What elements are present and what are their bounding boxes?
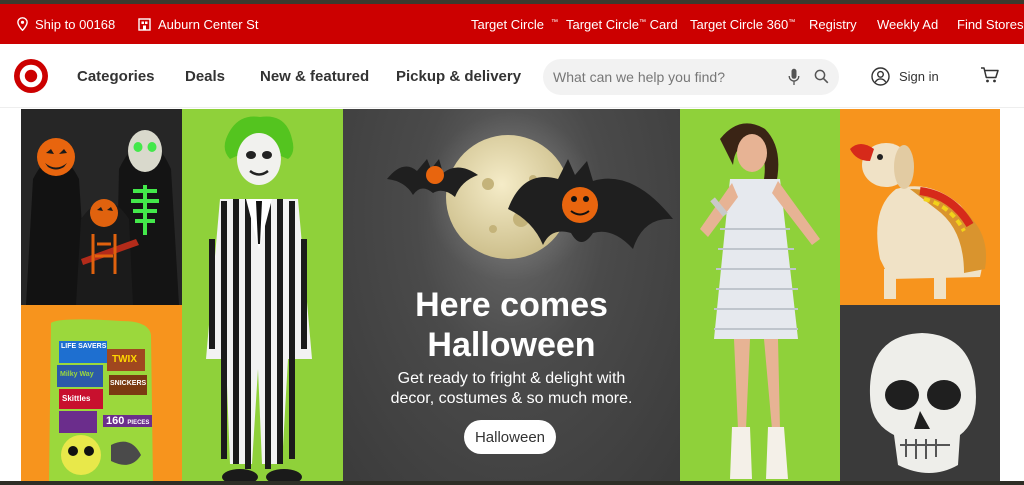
target-circle-360-link[interactable]: Target Circle 360 ™ — [690, 4, 795, 44]
account-icon — [871, 66, 890, 86]
tm-mark: ™ — [638, 18, 646, 26]
tm-mark: ™ — [550, 18, 558, 26]
skull-decor-image[interactable] — [840, 305, 1000, 485]
halloween-button[interactable]: Halloween — [464, 420, 556, 454]
candy-count: 160 — [106, 415, 125, 427]
find-stores-label: Find Stores — [957, 16, 1024, 32]
registry-link[interactable]: Registry — [809, 4, 857, 44]
find-stores-link[interactable]: Find Stores — [957, 4, 1023, 44]
bottom-strip — [0, 481, 1024, 485]
cart-icon[interactable] — [980, 66, 999, 84]
target-circle-360-label: Target Circle 360 — [690, 16, 789, 32]
animatronics-illustration — [21, 109, 182, 305]
candy-milkyway-label: Milky Way — [60, 371, 94, 378]
search-input[interactable] — [553, 59, 778, 95]
registry-label: Registry — [809, 16, 857, 32]
candy-lifesavers-label: LIFE SAVERS — [61, 343, 107, 350]
beetlejuice-costume-image[interactable] — [182, 109, 343, 485]
nav-deals[interactable]: Deals — [185, 44, 225, 108]
candy-count-label: 160 PIECES — [103, 415, 153, 427]
hero-subtitle-line1: Get ready to fright & delight with — [397, 370, 626, 387]
search-bar — [543, 59, 839, 95]
sign-in-button[interactable]: Sign in — [871, 44, 939, 108]
sign-in-label: Sign in — [899, 68, 939, 84]
store-label: Auburn Center St — [158, 16, 259, 32]
costume-boy-illustration — [182, 109, 343, 485]
microphone-icon[interactable] — [788, 68, 800, 86]
nav-new-featured[interactable]: New & featured — [260, 44, 369, 108]
target-circle-card-label: Target Circle — [566, 16, 639, 32]
hotdog-dog-costume-image[interactable] — [840, 109, 1000, 305]
sequin-dress-image[interactable] — [680, 109, 840, 485]
hero-center-panel: Here comes Halloween Get ready to fright… — [343, 109, 680, 485]
animatronics-image[interactable] — [21, 109, 182, 305]
store-link[interactable]: Auburn Center St — [138, 4, 258, 44]
hero-subtitle: Get ready to fright & delight with decor… — [363, 369, 660, 409]
hero-banner[interactable]: LIFE SAVERS TWIX Milky Way SNICKERS Skit… — [21, 109, 1000, 485]
girl-costume-illustration — [680, 109, 840, 485]
target-circle-card-link[interactable]: Target Circle ™ Card — [566, 4, 678, 44]
candy-bag-illustration — [21, 305, 182, 485]
store-icon — [138, 17, 151, 31]
hero-title: Here comes Halloween — [343, 285, 680, 365]
candy-bag-image[interactable]: LIFE SAVERS TWIX Milky Way SNICKERS Skit… — [21, 305, 182, 485]
candy-twix-label: TWIX — [112, 354, 137, 365]
location-pin-icon — [17, 17, 28, 31]
hero-title-line1: Here comes — [415, 286, 608, 324]
main-header: Categories Deals New & featured Pickup &… — [0, 44, 1024, 108]
target-circle-link[interactable]: Target Circle ™ — [471, 4, 558, 44]
hero-subtitle-line2: decor, costumes & so much more. — [390, 390, 633, 407]
ship-to-label: Ship to 00168 — [35, 16, 116, 32]
nav-pickup-delivery[interactable]: Pickup & delivery — [396, 44, 521, 108]
target-circle-label: Target Circle — [471, 16, 544, 32]
nav-categories[interactable]: Categories — [77, 44, 155, 108]
target-logo-icon[interactable] — [13, 58, 49, 94]
skull-illustration — [840, 305, 1000, 485]
candy-snickers-label: SNICKERS — [110, 380, 147, 387]
utility-bar: Ship to 00168 Auburn Center St Target Ci… — [0, 4, 1024, 44]
candy-count-unit: PIECES — [127, 420, 150, 426]
candy-skittles-label: Skittles — [62, 394, 91, 403]
tm-mark: ™ — [788, 18, 796, 26]
card-suffix: Card — [645, 16, 678, 32]
weekly-ad-link[interactable]: Weekly Ad — [877, 4, 938, 44]
ship-to-link[interactable]: Ship to 00168 — [17, 4, 115, 44]
search-icon[interactable] — [814, 69, 829, 84]
moon-bats-illustration — [387, 112, 673, 279]
dog-costume-illustration — [840, 109, 1000, 305]
weekly-ad-label: Weekly Ad — [877, 16, 939, 32]
hero-title-line2: Halloween — [427, 326, 596, 364]
